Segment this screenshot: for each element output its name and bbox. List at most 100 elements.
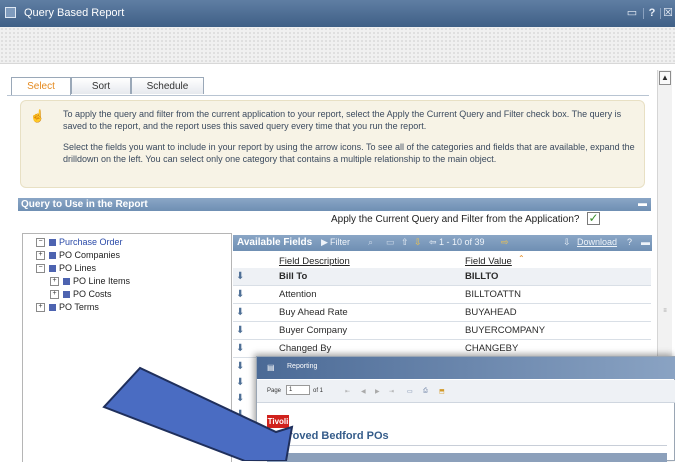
object-icon bbox=[49, 239, 56, 247]
field-description: Attention bbox=[279, 289, 317, 300]
tab-sort[interactable]: Sort bbox=[71, 77, 131, 94]
help-icon[interactable]: ? bbox=[645, 6, 659, 20]
table-row[interactable]: ⬇ Attention BILLTOATTN bbox=[233, 286, 651, 304]
help-icon[interactable]: ? bbox=[627, 237, 632, 247]
available-fields-header: Available Fields ▶ Filter ⌕ ▭ ⇧ ⇩ ⇦ 1 - … bbox=[233, 235, 652, 251]
info-icon: ☝ bbox=[30, 109, 45, 123]
minimize-icon[interactable]: ▬ bbox=[641, 237, 650, 247]
table-row[interactable]: ⬇ Buy Ahead Rate BUYAHEAD bbox=[233, 304, 651, 322]
add-field-arrow-icon[interactable]: ⬇ bbox=[236, 393, 244, 404]
expand-icon[interactable]: + bbox=[50, 290, 59, 300]
previous-icon[interactable]: ⇦ bbox=[429, 237, 437, 248]
reporting-title-bar: ▤ Reporting bbox=[257, 357, 675, 379]
collapse-icon[interactable]: − bbox=[36, 264, 45, 274]
info-paragraph-1: To apply the query and filter from the c… bbox=[63, 109, 622, 131]
download-link[interactable]: Download bbox=[577, 237, 617, 247]
object-icon bbox=[49, 252, 56, 260]
download-icon[interactable]: ⇩ bbox=[563, 237, 571, 248]
field-value: BILLTOATTN bbox=[465, 289, 521, 300]
apply-query-label: Apply the Current Query and Filter from … bbox=[331, 214, 580, 225]
expand-icon[interactable]: + bbox=[50, 277, 59, 287]
restore-icon[interactable]: ▭ bbox=[625, 6, 639, 20]
add-field-arrow-icon[interactable]: ⬇ bbox=[236, 307, 245, 318]
field-value: BUYAHEAD bbox=[465, 307, 517, 318]
last-page-icon[interactable]: ⇥ bbox=[389, 388, 394, 395]
toolbar-strip bbox=[0, 27, 675, 64]
toc-icon[interactable]: ▭ bbox=[407, 388, 413, 395]
filter-button[interactable]: Filter bbox=[330, 237, 350, 247]
add-field-arrow-icon[interactable]: ⬇ bbox=[236, 409, 244, 420]
info-box: ☝ To apply the query and filter from the… bbox=[20, 100, 645, 188]
tree-node-purchase-order[interactable]: − Purchase Order bbox=[36, 237, 123, 248]
object-icon bbox=[49, 304, 56, 312]
add-field-arrow-icon[interactable]: ⬇ bbox=[236, 343, 245, 354]
page-count: of 1 bbox=[313, 388, 324, 394]
next-page-icon[interactable]: ⇨ bbox=[501, 237, 509, 248]
reporting-toolbar: Page 1 of 1 ⇤ ◀ ▶ ⇥ ▭ ⎙ ⬒ bbox=[257, 380, 675, 403]
window-icon bbox=[5, 7, 16, 18]
table-row[interactable]: ⬇ Bill To BILLTO bbox=[233, 268, 651, 286]
sort-ascending-icon[interactable]: ⌃ bbox=[518, 254, 525, 263]
tab-divider bbox=[7, 95, 649, 96]
reporting-icon: ▤ bbox=[267, 363, 275, 372]
next-page-icon[interactable]: ▶ bbox=[375, 388, 380, 395]
field-description: Buyer Company bbox=[279, 325, 348, 336]
object-icon bbox=[63, 291, 70, 299]
page-input[interactable]: 1 bbox=[286, 385, 310, 395]
close-icon[interactable]: ☒ bbox=[661, 6, 675, 20]
field-description: Buy Ahead Rate bbox=[279, 307, 348, 318]
field-description: Changed By bbox=[279, 343, 332, 354]
first-page-icon[interactable]: ⇧ bbox=[401, 237, 409, 248]
field-description: Bill To bbox=[279, 271, 308, 282]
field-value: BUYERCOMPANY bbox=[465, 325, 546, 336]
title-bar: Query Based Report ▭ ? ☒ bbox=[0, 0, 675, 28]
scroll-up-icon[interactable]: ▲ bbox=[659, 71, 671, 85]
tree-node-po-terms[interactable]: + PO Terms bbox=[36, 302, 99, 313]
apply-query-checkbox[interactable]: ✓ bbox=[587, 212, 600, 225]
tree-node-po-companies[interactable]: + PO Companies bbox=[36, 250, 120, 261]
column-header-description[interactable]: Field Description bbox=[279, 256, 350, 267]
tree-node-po-lines[interactable]: − PO Lines bbox=[36, 263, 96, 274]
column-header-value[interactable]: Field Value bbox=[465, 256, 512, 267]
query-section-header: Query to Use in the Report ▬ bbox=[18, 198, 651, 211]
add-field-arrow-icon[interactable]: ⬇ bbox=[236, 361, 244, 372]
field-value: CHANGEBY bbox=[465, 343, 519, 354]
print-icon[interactable]: ⬒ bbox=[439, 388, 445, 395]
object-icon bbox=[63, 278, 70, 286]
add-field-arrow-icon[interactable]: ⬇ bbox=[236, 271, 245, 282]
expand-icon[interactable]: + bbox=[36, 251, 45, 261]
page-label: Page bbox=[267, 388, 282, 394]
clear-filter-icon[interactable]: ⌕ bbox=[368, 237, 373, 248]
tivoli-logo: Tivoli bbox=[267, 415, 289, 428]
expand-icon[interactable]: + bbox=[36, 303, 45, 313]
previous-page-icon[interactable]: ◀ bbox=[361, 388, 366, 395]
previous-page-icon[interactable]: ⇩ bbox=[414, 237, 422, 248]
add-field-arrow-icon[interactable]: ⬇ bbox=[236, 325, 245, 336]
export-icon[interactable]: ⎙ bbox=[423, 388, 428, 395]
title-separator bbox=[643, 8, 644, 19]
add-field-arrow-icon[interactable]: ⬇ bbox=[236, 377, 244, 388]
info-paragraph-2: Select the fields you want to include in… bbox=[63, 142, 635, 164]
select-all-icon[interactable]: ▭ bbox=[386, 237, 395, 248]
query-section-title: Query to Use in the Report bbox=[21, 199, 148, 210]
tab-select[interactable]: Select bbox=[11, 77, 71, 95]
collapse-icon[interactable]: − bbox=[36, 238, 45, 248]
minimize-icon[interactable]: ▬ bbox=[638, 199, 647, 208]
tree-node-po-costs[interactable]: + PO Costs bbox=[50, 289, 112, 300]
first-page-icon[interactable]: ⇤ bbox=[345, 388, 350, 395]
report-divider bbox=[267, 445, 667, 446]
reporting-title: Reporting bbox=[287, 363, 318, 370]
field-value: BILLTO bbox=[465, 271, 499, 282]
add-field-arrow-icon[interactable]: ⬇ bbox=[236, 289, 245, 300]
reporting-preview-window: ▤ Reporting Page 1 of 1 ⇤ ◀ ▶ ⇥ ▭ ⎙ ⬒ Ti… bbox=[256, 356, 675, 462]
available-fields-title: Available Fields bbox=[237, 237, 313, 248]
page-range: 1 - 10 of 39 bbox=[439, 237, 485, 247]
table-row[interactable]: ⬇ Buyer Company BUYERCOMPANY bbox=[233, 322, 651, 340]
scroll-grip-icon[interactable]: ≡ bbox=[660, 308, 670, 316]
filter-icon[interactable]: ▶ bbox=[321, 237, 328, 248]
tree-node-po-line-items[interactable]: + PO Line Items bbox=[50, 276, 130, 287]
object-icon bbox=[49, 265, 56, 273]
window-title: Query Based Report bbox=[24, 7, 125, 19]
category-tree: − Purchase Order + PO Companies − PO Lines … bbox=[22, 233, 232, 462]
tab-schedule[interactable]: Schedule bbox=[131, 77, 204, 94]
